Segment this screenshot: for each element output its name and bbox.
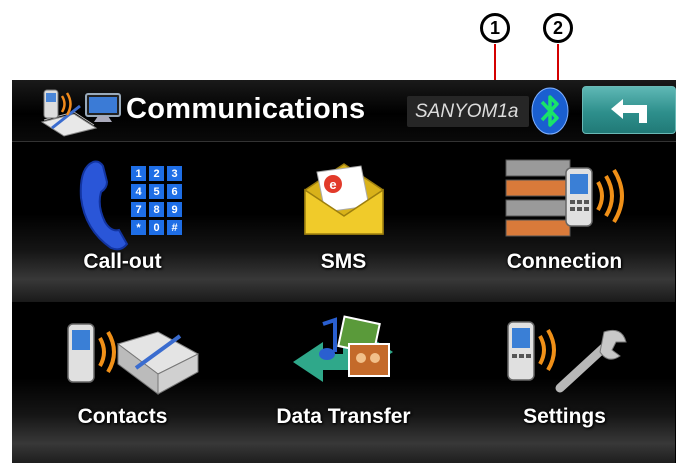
- back-arrow-icon: [611, 99, 647, 123]
- keypad-key: 8: [153, 204, 159, 216]
- header-bar: Communications SANYOM1a: [12, 80, 676, 142]
- keypad-key: #: [171, 222, 177, 234]
- connection-icon: [505, 159, 624, 237]
- tile-label-data-transfer: Data Transfer: [276, 405, 411, 428]
- svg-text:e: e: [329, 177, 336, 192]
- contacts-book-icon: [67, 323, 200, 395]
- page-title: Communications: [126, 93, 366, 125]
- keypad-key: 7: [135, 204, 141, 216]
- tile-label-call-out: Call-out: [83, 250, 162, 273]
- back-button[interactable]: [582, 86, 676, 134]
- callout-2: 2: [543, 13, 573, 43]
- keypad-key: *: [136, 222, 141, 234]
- tile-sms[interactable]: e SMS: [233, 142, 454, 302]
- keypad-key: 6: [171, 186, 177, 198]
- callout-2-number: 2: [552, 17, 563, 38]
- tile-connection[interactable]: Connection: [454, 142, 675, 302]
- tile-label-settings: Settings: [523, 405, 606, 428]
- keypad-key: 3: [171, 168, 177, 180]
- bluetooth-icon[interactable]: [530, 87, 570, 135]
- envelope-icon: e: [304, 163, 384, 235]
- callout-1-number: 1: [489, 17, 500, 38]
- device-name: SANYOM1a: [407, 96, 529, 127]
- tile-label-contacts: Contacts: [77, 405, 168, 428]
- tile-data-transfer[interactable]: Data Transfer: [233, 306, 454, 463]
- keypad-key: 4: [135, 186, 142, 198]
- keypad-key: 9: [171, 204, 177, 216]
- tile-contacts[interactable]: Contacts: [12, 306, 233, 463]
- communications-icon: [40, 89, 121, 137]
- keypad-key: 0: [153, 222, 159, 234]
- tile-settings[interactable]: Settings: [454, 306, 675, 463]
- keypad-key: 1: [135, 168, 141, 180]
- callout-1: 1: [480, 13, 510, 43]
- keypad-key: 5: [153, 186, 159, 198]
- settings-wrench-icon: [507, 321, 627, 393]
- tile-label-sms: SMS: [320, 250, 367, 273]
- tile-label-connection: Connection: [506, 250, 623, 273]
- phone-keypad-icon: 1 2 3 4 5 6 7 8 9 * 0 #: [79, 160, 182, 251]
- tile-call-out[interactable]: 1 2 3 4 5 6 7 8 9 * 0 # Call-out: [12, 142, 233, 302]
- device-screen: Communications SANYOM1a 1 2 3 4 5 6 7 8 …: [12, 80, 676, 463]
- keypad-key: 2: [153, 168, 159, 180]
- data-transfer-icon: [293, 315, 393, 382]
